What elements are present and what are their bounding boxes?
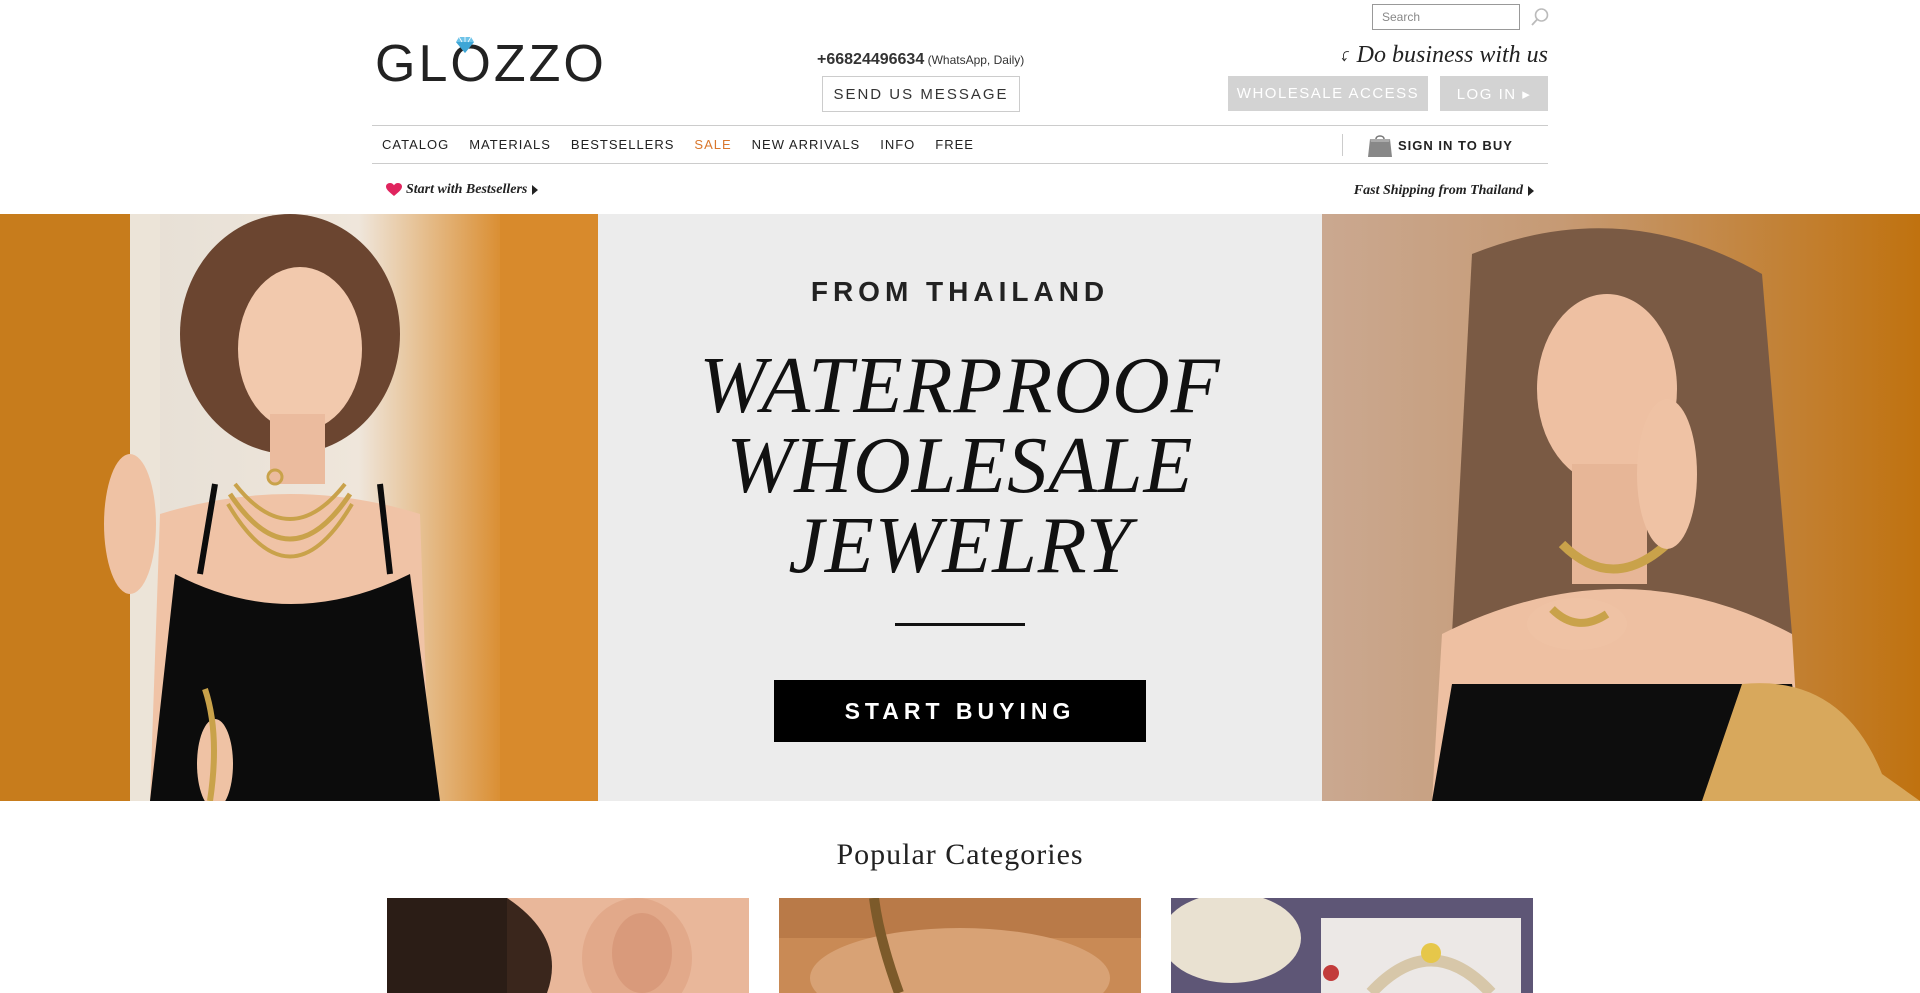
diamond-icon xyxy=(456,36,474,53)
bestsellers-link-label: Start with Bestsellers xyxy=(406,182,528,197)
heart-icon xyxy=(386,183,402,196)
hero-title-line-1: WATERPROOF xyxy=(699,342,1221,430)
start-with-bestsellers-link[interactable]: Start with Bestsellers xyxy=(386,182,539,198)
logo-wordmark: GLOZZO xyxy=(375,35,607,93)
hero-model-photo-left xyxy=(0,214,598,801)
category-card-bracelets[interactable] xyxy=(1171,898,1533,993)
main-nav: CATALOG MATERIALS BESTSELLERS SALE NEW A… xyxy=(372,125,1548,164)
category-card-earrings[interactable] xyxy=(387,898,749,993)
hero-divider xyxy=(895,623,1025,626)
site-logo[interactable]: GLOZZO xyxy=(375,34,604,92)
nav-item-materials[interactable]: MATERIALS xyxy=(469,137,551,152)
hero-eyebrow: FROM THAILAND xyxy=(810,276,1110,307)
search-input[interactable] xyxy=(1372,4,1520,30)
nav-item-sale[interactable]: SALE xyxy=(694,137,731,152)
business-text: Do business with us xyxy=(1356,42,1548,68)
nav-divider xyxy=(1342,134,1343,156)
fast-shipping-label: Fast Shipping from Thailand xyxy=(1353,183,1523,198)
nav-item-info[interactable]: INFO xyxy=(880,137,915,152)
curved-arrow-icon xyxy=(1341,50,1350,61)
nav-item-catalog[interactable]: CATALOG xyxy=(382,137,449,152)
login-button[interactable]: LOG IN ▸ xyxy=(1440,76,1548,111)
nav-item-new-arrivals[interactable]: NEW ARRIVALS xyxy=(752,137,861,152)
category-card-necklaces[interactable] xyxy=(779,898,1141,993)
sign-in-label: SIGN IN TO BUY xyxy=(1398,137,1513,153)
hero-banner: FROM THAILAND WATERPROOF WHOLESALE JEWEL… xyxy=(0,214,1920,801)
search-icon[interactable] xyxy=(1530,7,1550,27)
send-message-button[interactable]: SEND US MESSAGE xyxy=(822,76,1020,112)
hero-title: WATERPROOF WHOLESALE JEWELRY xyxy=(598,346,1322,586)
sign-in-to-buy-link[interactable]: SIGN IN TO BUY xyxy=(1367,132,1513,158)
phone-note: (WhatsApp, Daily) xyxy=(927,53,1025,67)
wholesale-access-button[interactable]: WHOLESALE ACCESS xyxy=(1228,76,1428,111)
phone-number[interactable]: +66824496634 xyxy=(817,51,924,68)
fast-shipping-link[interactable]: Fast Shipping from Thailand xyxy=(1354,183,1534,199)
phone-contact: +66824496634 (WhatsApp, Daily) xyxy=(817,51,1024,69)
hero-title-line-2: WHOLESALE xyxy=(726,422,1194,510)
popular-categories-heading: Popular Categories xyxy=(836,838,1084,871)
nav-item-free[interactable]: FREE xyxy=(935,137,974,152)
hero-text-panel: FROM THAILAND WATERPROOF WHOLESALE JEWEL… xyxy=(598,214,1322,801)
hero-model-photo-right xyxy=(1322,214,1920,801)
triangle-right-icon xyxy=(1528,186,1534,196)
hero-title-line-3: JEWELRY xyxy=(788,502,1132,590)
business-tagline: Do business with us xyxy=(1340,42,1548,69)
triangle-right-icon xyxy=(532,185,539,195)
shopping-bag-icon xyxy=(1368,135,1392,157)
search-bar xyxy=(1372,4,1550,30)
nav-item-bestsellers[interactable]: BESTSELLERS xyxy=(571,137,675,152)
start-buying-button[interactable]: START BUYING xyxy=(774,680,1146,742)
